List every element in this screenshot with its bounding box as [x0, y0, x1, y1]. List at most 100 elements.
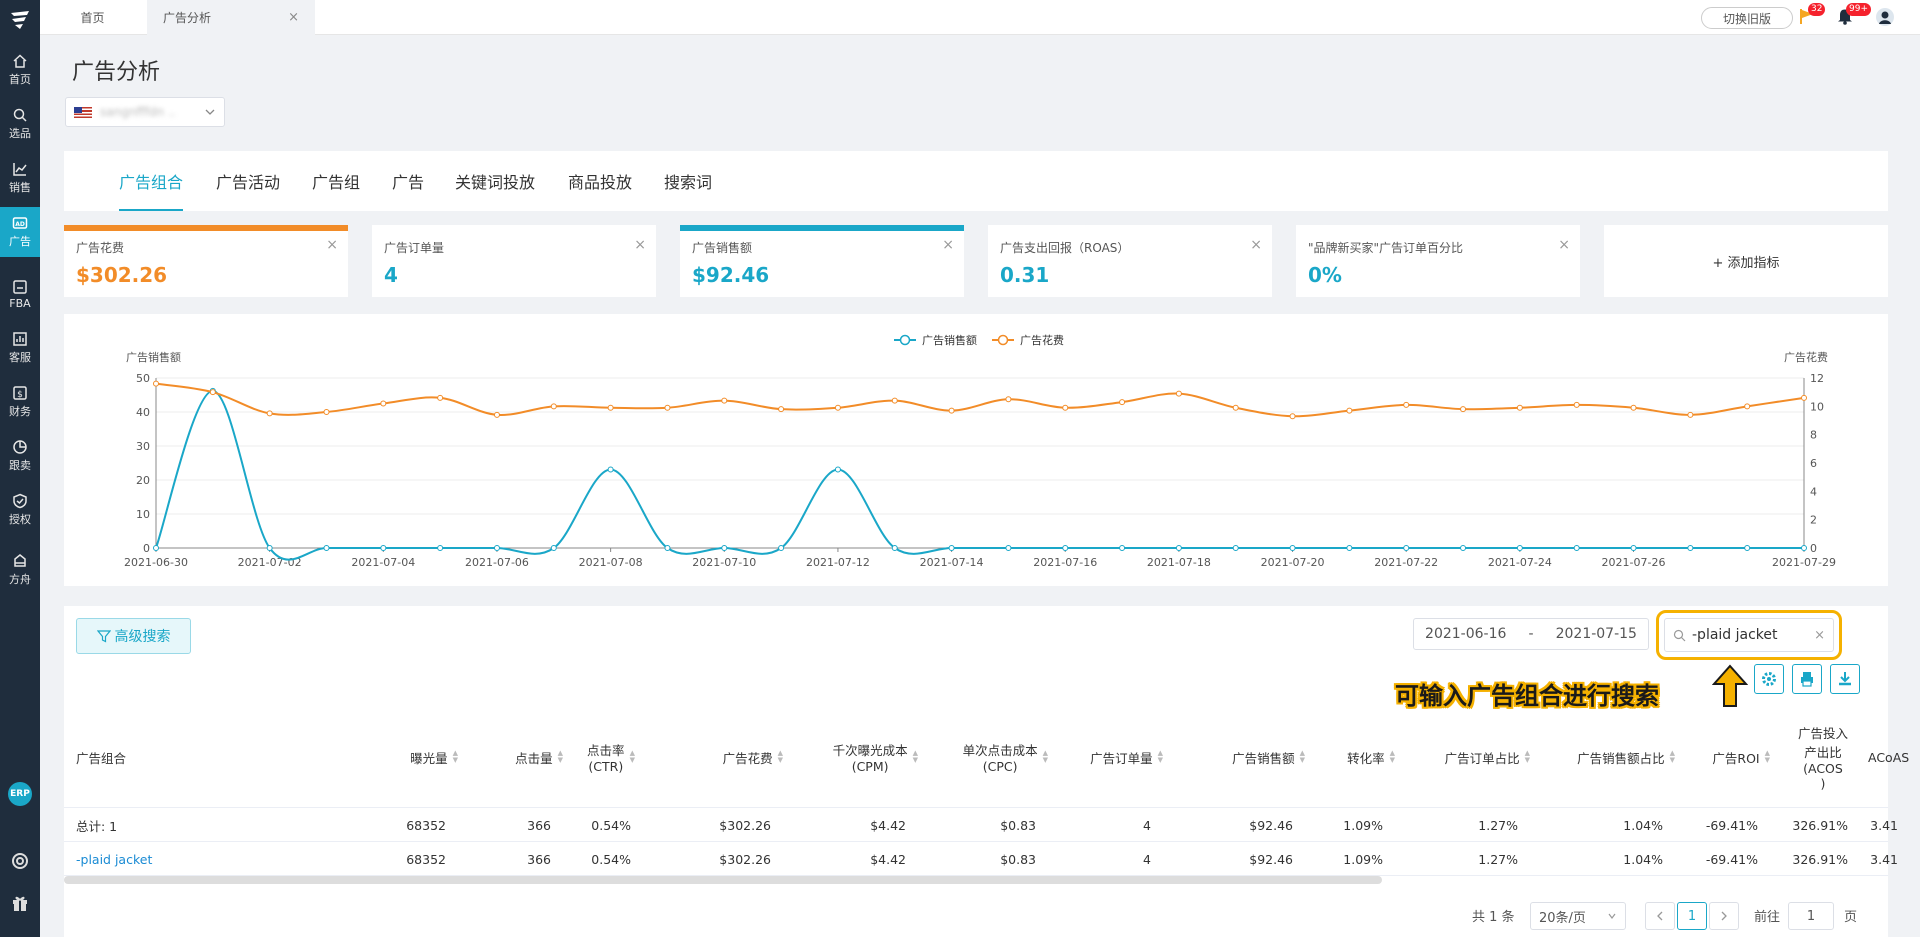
date-range-picker[interactable]: 2021-06-16 - 2021-07-15 [1413, 618, 1649, 650]
x-tick-label: 2021-07-02 [238, 556, 302, 569]
add-metric-button[interactable]: + 添加指标 [1604, 225, 1888, 297]
sort-icon[interactable]: ▲ ▼ [1300, 750, 1305, 764]
column-header-3[interactable]: 点击率 (CTR) ▲ ▼ [571, 706, 651, 808]
portfolio-search-input[interactable]: -plaid jacket × [1664, 618, 1834, 652]
sidebar-item-3[interactable]: AD 广告 [0, 207, 40, 257]
sidebar-item-1[interactable]: 选品 [0, 99, 40, 149]
data-point [1005, 545, 1012, 551]
column-header-6[interactable]: 单次点击成本 (CPC) ▲ ▼ [926, 706, 1056, 808]
bell-notification[interactable]: 99+ [1836, 3, 1871, 27]
column-header-4[interactable]: 广告花费 ▲ ▼ [651, 706, 791, 808]
sort-icon[interactable]: ▲ ▼ [1670, 750, 1675, 764]
column-header-1[interactable]: 曝光量 ▲ ▼ [276, 706, 466, 808]
column-header-8[interactable]: 广告销售额 ▲ ▼ [1171, 706, 1313, 808]
page-size-select[interactable]: 20条/页 [1530, 902, 1626, 930]
subtab-1[interactable]: 广告活动 [216, 151, 280, 211]
sort-icon[interactable]: ▲ ▼ [1765, 750, 1770, 764]
metric-card[interactable]: 广告支出回报（ROAS） 0.31 × [988, 225, 1272, 297]
metric-card[interactable]: 广告花费 $302.26 × [64, 225, 348, 297]
close-icon[interactable]: × [634, 237, 646, 253]
horizontal-scrollbar[interactable] [64, 876, 1382, 884]
close-tab-icon[interactable]: × [288, 10, 299, 25]
data-point [1289, 545, 1296, 551]
table-cell: -69.41% [1705, 817, 1758, 833]
data-point [1744, 403, 1751, 410]
flag-notification[interactable]: 32 [1798, 3, 1826, 27]
sidebar-item-6[interactable]: $ 财务 [0, 377, 40, 427]
sort-icon[interactable]: ▲ ▼ [1043, 750, 1048, 764]
column-header-11[interactable]: 广告销售额占比 ▲ ▼ [1538, 706, 1683, 808]
metric-value: $302.26 [76, 263, 168, 287]
sort-icon[interactable]: ▲ ▼ [778, 750, 783, 764]
sidebar-item-4[interactable]: FBA [0, 269, 40, 319]
data-point [1687, 545, 1694, 551]
close-icon[interactable]: × [326, 237, 338, 253]
sidebar-item-2[interactable]: 销售 [0, 153, 40, 203]
metric-card[interactable]: 广告订单量 4 × [372, 225, 656, 297]
tab-ad-analysis[interactable]: 广告分析 × [147, 0, 315, 35]
sort-icon[interactable]: ▲ ▼ [558, 750, 563, 764]
metric-card[interactable]: 广告销售额 $92.46 × [680, 225, 964, 297]
tab-home[interactable]: 首页 [40, 0, 145, 35]
shop-select[interactable]: sangnfffdn .. [65, 97, 225, 127]
search-icon [1673, 629, 1686, 641]
sidebar-item-0[interactable]: 首页 [0, 45, 40, 95]
gift-icon[interactable] [0, 888, 40, 918]
switch-old-version-button[interactable]: 切换旧版 [1701, 7, 1793, 29]
metric-label: 广告支出回报（ROAS） [1000, 241, 1130, 255]
download-button[interactable] [1830, 664, 1860, 694]
chevron-down-icon [1608, 913, 1616, 919]
row-portfolio-name[interactable]: -plaid jacket [76, 842, 276, 876]
sort-icon[interactable]: ▲ ▼ [453, 750, 458, 764]
subtab-0[interactable]: 广告组合 [119, 151, 184, 211]
goto-page-input[interactable]: 1 [1788, 902, 1834, 930]
clear-search-icon[interactable]: × [1814, 628, 1825, 643]
sort-icon[interactable]: ▲ ▼ [1390, 750, 1395, 764]
search-value: -plaid jacket [1692, 627, 1778, 643]
table-cell: 366 [527, 817, 551, 833]
sort-icon[interactable]: ▲ ▼ [1158, 750, 1163, 764]
metric-card[interactable]: "品牌新买家"广告订单百分比 0% × [1296, 225, 1580, 297]
sidebar-item-7[interactable]: 跟卖 [0, 431, 40, 481]
advanced-search-button[interactable]: 高级搜索 [76, 618, 191, 654]
y-left-tick-label: 30 [136, 440, 150, 453]
subtab-6[interactable]: 搜索词 [664, 151, 712, 211]
table-cell: 1.27% [1478, 817, 1518, 833]
column-header-7[interactable]: 广告订单量 ▲ ▼ [1056, 706, 1171, 808]
column-header-12[interactable]: 广告ROI ▲ ▼ [1683, 706, 1778, 808]
app-logo-icon[interactable] [0, 0, 40, 40]
subtab-4[interactable]: 关键词投放 [455, 151, 535, 211]
prev-page-button[interactable] [1645, 902, 1675, 930]
subtab-5[interactable]: 商品投放 [568, 151, 632, 211]
column-settings-button[interactable] [1754, 664, 1784, 694]
column-header-9[interactable]: 转化率 ▲ ▼ [1313, 706, 1403, 808]
sort-icon[interactable]: ▲ ▼ [630, 750, 635, 764]
close-icon[interactable]: × [1558, 237, 1570, 253]
table-cell: 326.91% [1792, 851, 1848, 867]
erp-badge[interactable]: ERP [8, 782, 32, 806]
subtab-2[interactable]: 广告组 [312, 151, 360, 211]
sidebar-item-8[interactable]: 授权 [0, 485, 40, 535]
sidebar-item-5[interactable]: 客服 [0, 323, 40, 373]
next-page-button[interactable] [1709, 902, 1739, 930]
column-header-label: 广告销售额 [1232, 750, 1295, 766]
column-header-2[interactable]: 点击量 ▲ ▼ [466, 706, 571, 808]
page-number-button[interactable]: 1 [1677, 902, 1707, 930]
column-header-label: 单次点击成本 (CPC) [962, 743, 1038, 774]
column-header-5[interactable]: 千次曝光成本 (CPM) ▲ ▼ [791, 706, 926, 808]
close-icon[interactable]: × [942, 237, 954, 253]
support-icon[interactable] [0, 846, 40, 876]
legend-label: 广告花费 [1020, 334, 1064, 347]
sort-icon[interactable]: ▲ ▼ [913, 750, 918, 764]
data-point [1403, 401, 1410, 408]
sidebar-item-9[interactable]: 方舟 [0, 545, 40, 595]
metric-value: 4 [384, 263, 398, 287]
close-icon[interactable]: × [1250, 237, 1262, 253]
subtab-3[interactable]: 广告 [392, 151, 424, 211]
column-header-10[interactable]: 广告订单占比 ▲ ▼ [1403, 706, 1538, 808]
x-tick-label: 2021-07-16 [1033, 556, 1097, 569]
sort-icon[interactable]: ▲ ▼ [1525, 750, 1530, 764]
user-avatar[interactable] [1875, 7, 1895, 27]
print-button[interactable] [1792, 664, 1822, 694]
page-unit-label: 页 [1844, 909, 1858, 925]
